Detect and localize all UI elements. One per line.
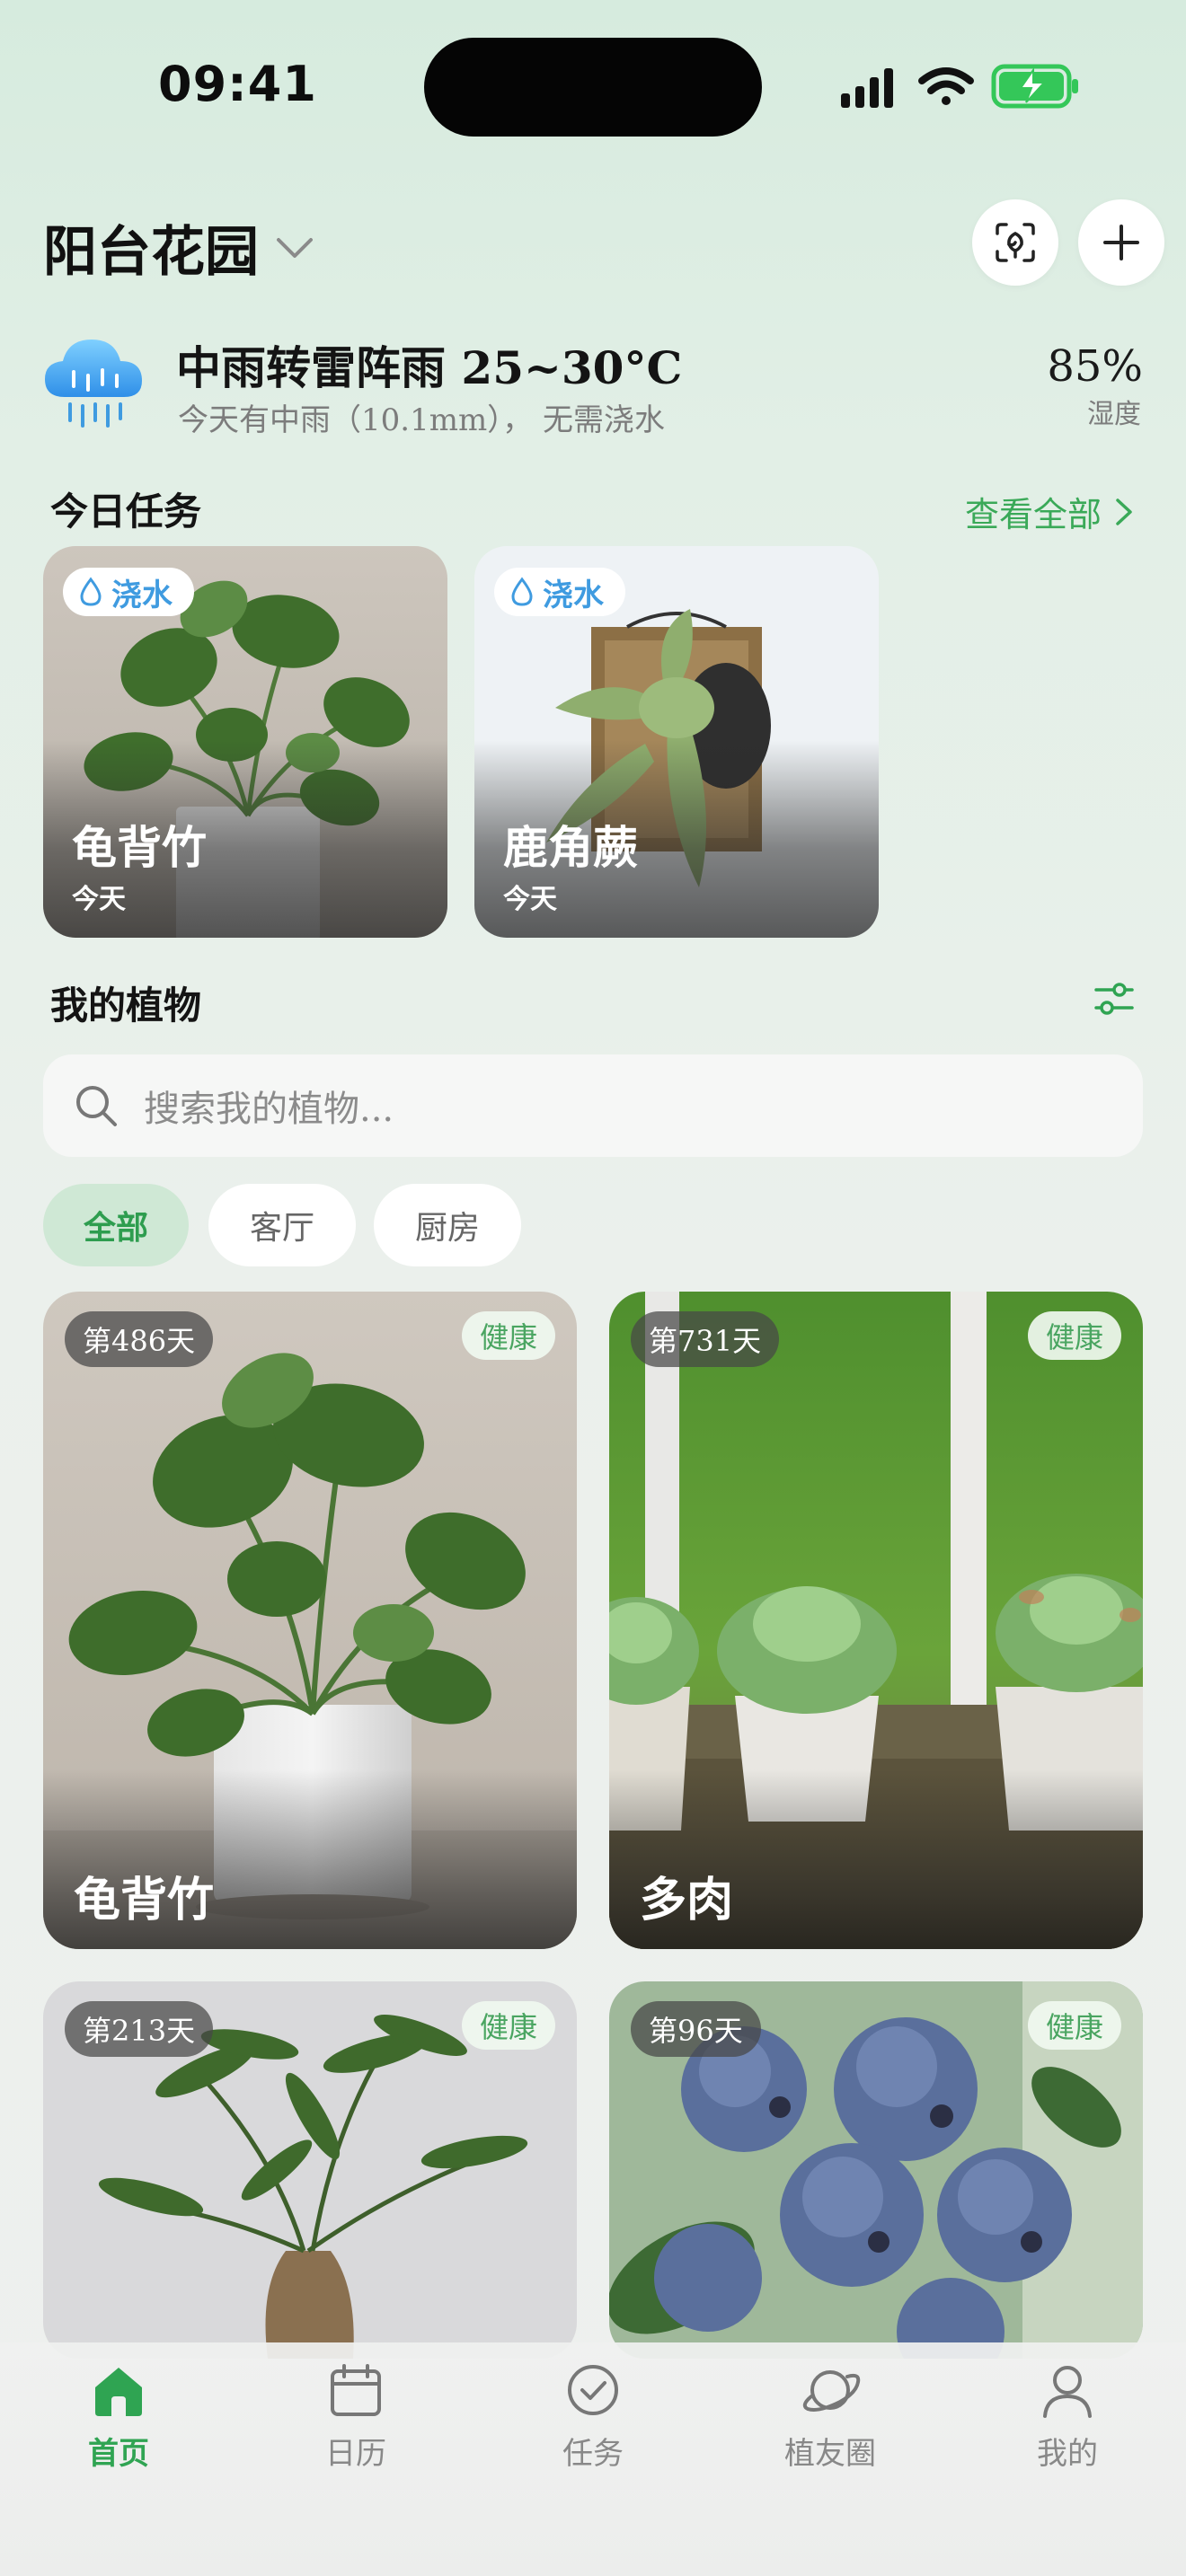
status-icons: [841, 64, 1078, 109]
water-tag: 浇水: [494, 568, 625, 616]
task-card[interactable]: 浇水 龟背竹 今天: [43, 546, 447, 938]
garden-selector[interactable]: 阳台花园: [43, 208, 314, 287]
days-badge: 第731天: [631, 1311, 780, 1367]
health-badge: 健康: [1027, 1311, 1121, 1360]
plant-name: 多肉: [640, 1873, 734, 1928]
plant-name: 龟背竹: [74, 1873, 215, 1928]
days-badge: 第213天: [65, 2001, 214, 2057]
scan-plant-button[interactable]: [972, 199, 1058, 286]
dynamic-island: [424, 38, 762, 137]
signal-icon: [841, 68, 893, 108]
rain-cloud-icon: [45, 340, 142, 428]
filter-chip-living-room[interactable]: 客厅: [208, 1184, 356, 1266]
task-date: 今天: [503, 884, 557, 915]
view-all-label: 查看全部: [964, 495, 1102, 534]
planet-icon: [802, 2370, 861, 2412]
scan-icon: [996, 223, 1035, 262]
check-circle-icon: [568, 2365, 618, 2415]
tab-community[interactable]: 植友圈: [749, 2362, 911, 2473]
water-tag: 浇水: [63, 568, 194, 616]
days-badge: 第486天: [65, 1311, 214, 1367]
tab-calendar[interactable]: 日历: [275, 2362, 437, 2473]
today-tasks-title: 今日任务: [50, 490, 202, 534]
filter-settings-icon[interactable]: [1093, 979, 1136, 1019]
task-date: 今天: [72, 884, 126, 915]
days-badge: 第96天: [631, 2001, 761, 2057]
search-placeholder: 搜索我的植物...: [144, 1089, 394, 1130]
task-card[interactable]: 浇水 鹿角蕨 今天: [474, 546, 879, 938]
plus-icon: [1103, 225, 1139, 260]
status-time: 09:41: [158, 56, 317, 112]
plant-card[interactable]: 第96天 健康: [609, 1981, 1143, 2359]
weather-detail: 今天有中雨（10.1mm）， 无需浇水: [178, 402, 665, 438]
plant-card[interactable]: 第486天 健康 龟背竹: [43, 1292, 577, 1949]
plant-card[interactable]: 第731天 健康 多肉: [609, 1292, 1143, 1949]
health-badge: 健康: [461, 1311, 555, 1360]
user-icon: [1043, 2366, 1092, 2418]
water-drop-icon: [511, 577, 533, 606]
view-all-link[interactable]: 查看全部: [965, 487, 1134, 536]
weather-summary: 中雨转雷阵雨 25~30°C: [176, 341, 683, 394]
calendar-icon: [331, 2364, 381, 2416]
filter-chip-kitchen[interactable]: 厨房: [374, 1184, 521, 1266]
humidity-label: 湿度: [1087, 399, 1141, 430]
wifi-icon: [918, 67, 974, 105]
home-icon: [95, 2368, 142, 2416]
health-badge: 健康: [461, 2001, 555, 2050]
garden-name: 阳台花园: [43, 221, 259, 284]
chevron-right-icon: [1116, 498, 1132, 525]
plant-card[interactable]: 第213天 健康: [43, 1981, 577, 2359]
task-plant-name: 龟背竹: [72, 821, 207, 874]
my-plants-title: 我的植物: [50, 984, 202, 1028]
add-plant-button[interactable]: [1078, 199, 1164, 286]
health-badge: 健康: [1027, 2001, 1121, 2050]
search-icon: [76, 1086, 117, 1126]
water-drop-icon: [80, 577, 102, 606]
tab-profile[interactable]: 我的: [987, 2362, 1148, 2473]
tab-tasks[interactable]: 任务: [512, 2362, 674, 2473]
filter-chip-all[interactable]: 全部: [43, 1184, 189, 1266]
plant-search-input[interactable]: 搜索我的植物...: [43, 1054, 1143, 1157]
humidity-value: 85%: [1047, 341, 1143, 392]
chevron-down-icon: [277, 237, 313, 258]
battery-charging-icon: [991, 64, 1078, 109]
task-plant-name: 鹿角蕨: [503, 821, 638, 874]
tab-home[interactable]: 首页: [38, 2362, 199, 2473]
